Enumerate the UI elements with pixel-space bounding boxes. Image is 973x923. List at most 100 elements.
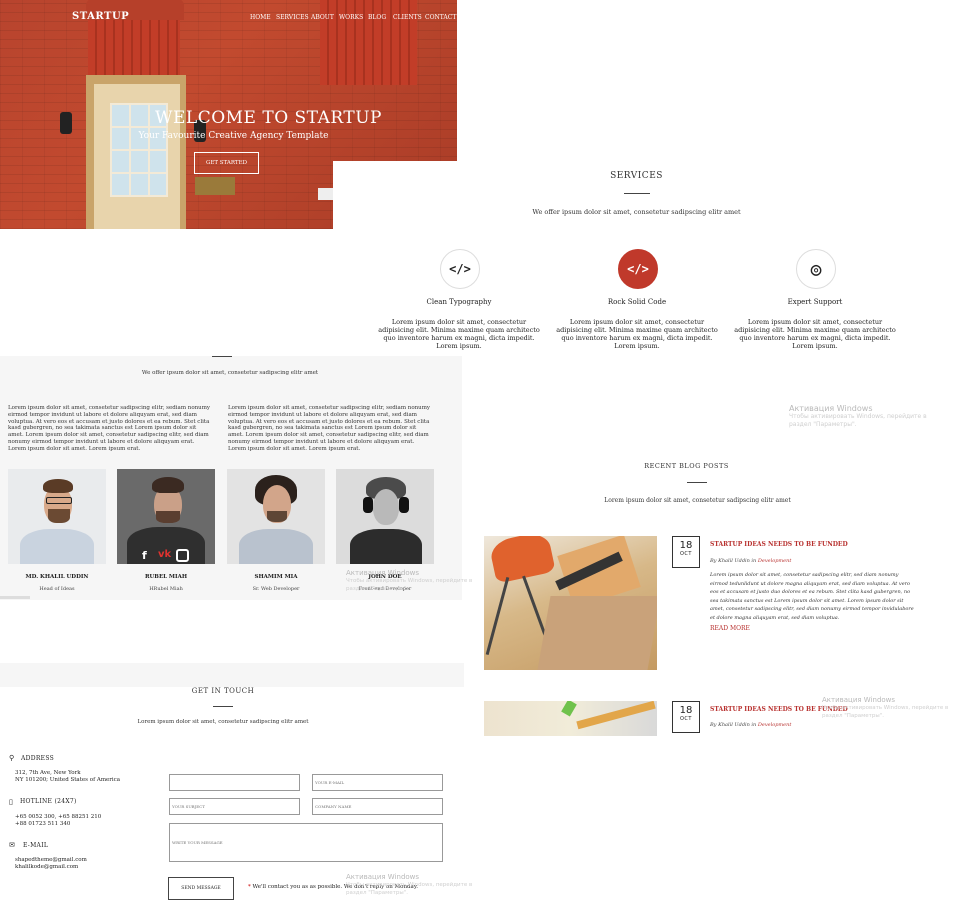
post-category[interactable]: Development <box>758 722 792 728</box>
nav-about[interactable]: ABOUT <box>311 14 334 21</box>
watermark-line: раздел "Параметры". <box>346 586 408 592</box>
post-title[interactable]: STARTUP IDEAS NEEDS TO BE FUNDED <box>710 541 848 548</box>
team-photo: f vk <box>117 469 215 564</box>
team-member-name: MD. KHALIL UDDIN <box>25 574 89 580</box>
nav-blog[interactable]: BLOG <box>368 14 386 21</box>
service-title: Clean Typography <box>426 298 492 306</box>
post-date: 18 OCT <box>672 536 700 568</box>
team-photo <box>8 469 106 564</box>
facebook-icon[interactable]: f <box>142 549 147 562</box>
watermark-title: Активация Windows <box>789 404 873 413</box>
watermark-title: Активация Windows <box>346 569 420 577</box>
email-line[interactable]: khalilkode@gmail.com <box>15 864 87 871</box>
blog-divider <box>687 482 707 483</box>
about-text-col2: Lorem ipsum dolor sit amet, consetetur s… <box>228 405 431 452</box>
email-input[interactable] <box>312 774 443 791</box>
post-month: OCT <box>680 551 692 557</box>
map-pin-icon: ⚲ <box>9 754 15 762</box>
address-line: 312, 7th Ave, New York <box>15 770 81 776</box>
activation-watermark: Активация Windows Чтобы активировать Win… <box>346 873 472 897</box>
nav-services[interactable]: SERVICES <box>276 14 309 21</box>
phone-line: +88 01723 511 340 <box>15 821 71 827</box>
nav-works[interactable]: WORKS <box>339 14 363 21</box>
hero-title: WELCOME TO STARTUP <box>155 108 382 128</box>
send-message-button[interactable]: SEND MESSAGE <box>168 877 234 900</box>
contact-title: GET IN TOUCH <box>191 687 255 695</box>
hotline-text: +65 0052 300, +65 88251 210 +88 01723 51… <box>15 814 101 828</box>
post-excerpt: Lorem ipsum dolor sit amet, consetetur s… <box>710 572 914 621</box>
services-title: SERVICES <box>610 171 663 181</box>
service-title: Expert Support <box>787 298 843 306</box>
watermark-line: раздел "Параметры". <box>346 890 408 896</box>
vk-icon[interactable]: vk <box>158 549 171 560</box>
team-member-name: SHAMIM MIA <box>254 574 298 580</box>
post-day: 18 <box>679 705 693 716</box>
blog-post-image[interactable] <box>484 701 657 736</box>
overlap-panel <box>333 161 457 231</box>
post-byline: By Khalil Uddin in Development <box>710 722 791 728</box>
watermark-title: Активация Windows <box>822 696 896 704</box>
email-text: shapedtheme@gmail.com khalilkode@gmail.c… <box>15 857 87 871</box>
post-date: 18 OCT <box>672 701 700 733</box>
hero-subtitle: Your Favourite Creative Agency Template <box>138 131 329 141</box>
post-author: By Khalil Uddin in <box>710 722 757 728</box>
code-icon: </> <box>618 249 658 289</box>
mailbox <box>195 177 235 195</box>
phone-icon: ▯ <box>9 798 13 806</box>
wood-shutter <box>320 0 417 85</box>
blog-title: RECENT BLOG POSTS <box>644 462 729 470</box>
team-member-role: Head of Ideas <box>39 586 75 592</box>
watermark-line: раздел "Параметры". <box>822 713 884 719</box>
team-member-role: HRubel Miah <box>149 586 183 592</box>
lifebuoy-icon: ◎ <box>796 249 836 289</box>
instagram-icon[interactable] <box>176 549 189 562</box>
blog-post-image[interactable] <box>484 536 657 670</box>
wall-plate <box>318 188 334 200</box>
service-title: Rock Solid Code <box>607 298 667 306</box>
post-day: 18 <box>679 540 693 551</box>
nav-contact[interactable]: CONTACT <box>425 14 456 21</box>
nav-clients[interactable]: CLIENTS <box>393 14 422 21</box>
message-textarea[interactable] <box>169 823 443 862</box>
contact-divider <box>213 706 233 707</box>
services-intro: We offer ipsum dolor sit amet, consetetu… <box>532 208 741 216</box>
services-divider <box>624 193 650 194</box>
watermark-line: Чтобы активировать Windows, перейдите в <box>346 578 473 584</box>
post-author: By Khalil Uddin in <box>710 558 757 564</box>
watermark-line: Чтобы активировать Windows, перейдите в <box>822 705 949 711</box>
address-text: 312, 7th Ave, New York NY 101200; United… <box>15 770 120 784</box>
about-intro: We offer ipsum dolor sit amet, consetetu… <box>141 370 319 376</box>
watermark-line: Чтобы активировать Windows, перейдите в <box>789 413 927 420</box>
service-description: Lorem ipsum dolor sit amet, consectetur … <box>734 318 896 350</box>
contact-intro: Lorem ipsum dolor sit amet, consetetur s… <box>137 719 309 725</box>
team-member-role: Sr. Web Developer <box>252 586 300 592</box>
email-line[interactable]: shapedtheme@gmail.com <box>15 857 87 864</box>
company-input[interactable] <box>312 798 443 815</box>
scroll-indicator <box>0 596 30 599</box>
about-divider <box>212 356 232 357</box>
service-description: Lorem ipsum dolor sit amet, consectetur … <box>378 318 540 350</box>
email-label: E-MAIL <box>23 842 49 849</box>
post-category[interactable]: Development <box>758 558 792 564</box>
phone-line: +65 0052 300, +65 88251 210 <box>15 814 102 820</box>
get-started-button[interactable]: GET STARTED <box>194 152 259 174</box>
watermark-title: Активация Windows <box>346 873 420 881</box>
read-more-link[interactable]: READ MORE <box>710 625 750 632</box>
name-input[interactable] <box>169 774 300 791</box>
address-label: ADDRESS <box>21 755 55 762</box>
required-star: * <box>248 884 251 890</box>
activation-watermark: Активация Windows Чтобы активировать Win… <box>346 569 472 593</box>
address-line: NY 101200; United States of America <box>15 777 121 783</box>
post-month: OCT <box>680 716 692 722</box>
hotline-label: HOTLINE (24X7) <box>20 798 77 805</box>
service-description: Lorem ipsum dolor sit amet, consectetur … <box>556 318 718 350</box>
post-byline: By Khalil Uddin in Development <box>710 558 791 564</box>
activation-watermark: Активация Windows Чтобы активировать Win… <box>789 404 927 429</box>
watermark-line: раздел "Параметры". <box>789 421 857 428</box>
nav-home[interactable]: HOME <box>250 14 271 21</box>
contact-top-band <box>0 663 464 687</box>
subject-input[interactable] <box>169 798 300 815</box>
mail-icon: ✉ <box>9 841 15 849</box>
team-member-name: RUBEL MIAH <box>144 574 188 580</box>
brand-logo[interactable]: STARTUP <box>72 11 129 22</box>
